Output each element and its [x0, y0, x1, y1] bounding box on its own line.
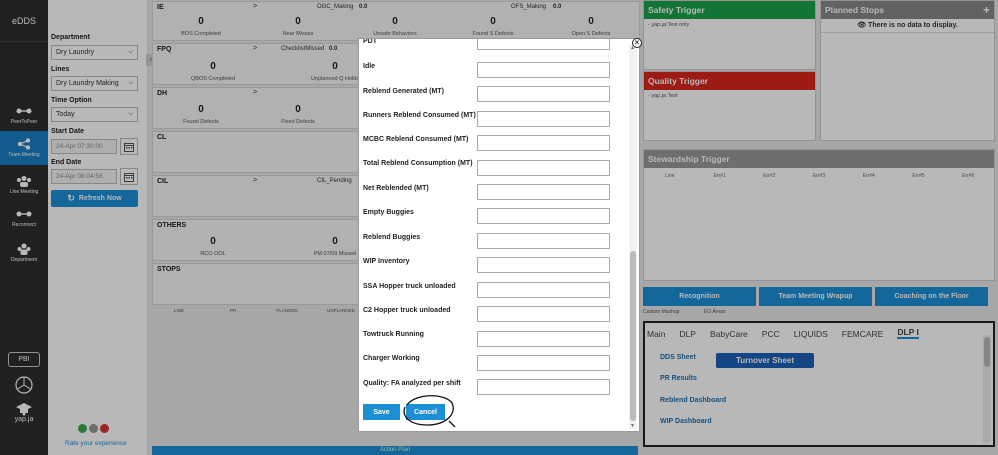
field-label: Quality: FA analyzed per shift: [363, 380, 461, 387]
field-input-ssa-hopper[interactable]: [477, 282, 610, 298]
data-entry-modal: PDT Idle Reblend Generated (MT) Runners …: [358, 38, 640, 432]
field-label: C2 Hopper truck unloaded: [363, 307, 451, 314]
field-label: Runners Reblend Consumed (MT): [363, 112, 476, 119]
field-input-c2-hopper[interactable]: [477, 306, 610, 322]
field-input-empty-buggies[interactable]: [477, 208, 610, 224]
hand-drawn-circle-annotation: [403, 395, 456, 428]
field-input-pdt[interactable]: [477, 39, 610, 50]
field-input-wip-inventory[interactable]: [477, 257, 610, 273]
field-label: SSA Hopper truck unloaded: [363, 283, 456, 290]
field-input-mcbc-reblend[interactable]: [477, 135, 610, 151]
field-input-towtruck-running[interactable]: [477, 331, 610, 347]
field-input-quality-fa[interactable]: [477, 379, 610, 395]
field-label: WIP Inventory: [363, 258, 410, 265]
field-label: Idle: [363, 63, 376, 70]
close-icon[interactable]: ×: [632, 38, 642, 48]
modal-scrollbar[interactable]: ▲ ▼: [629, 45, 637, 429]
field-label: Reblend Generated (MT): [363, 88, 444, 95]
field-input-net-reblended[interactable]: [477, 184, 610, 200]
field-input-charger-working[interactable]: [477, 355, 610, 371]
field-label: Total Reblend Consumption (MT): [363, 160, 473, 167]
field-label: Towtruck Running: [363, 331, 424, 338]
field-label: Empty Buggies: [363, 209, 414, 216]
save-button[interactable]: Save: [363, 404, 400, 420]
field-input-reblend-generated[interactable]: [477, 86, 610, 102]
field-input-runners-reblend[interactable]: [477, 111, 610, 127]
scrollbar-thumb[interactable]: [630, 251, 636, 421]
field-label: Reblend Buggies: [363, 234, 421, 241]
field-label: PDT: [363, 38, 377, 45]
field-input-reblend-buggies[interactable]: [477, 233, 610, 249]
field-input-total-reblend[interactable]: [477, 160, 610, 176]
field-label: MCBC Reblend Consumed (MT): [363, 136, 469, 143]
field-input-idle[interactable]: [477, 62, 610, 78]
field-label: Charger Working: [363, 355, 420, 362]
field-label: Net Reblended (MT): [363, 185, 429, 192]
